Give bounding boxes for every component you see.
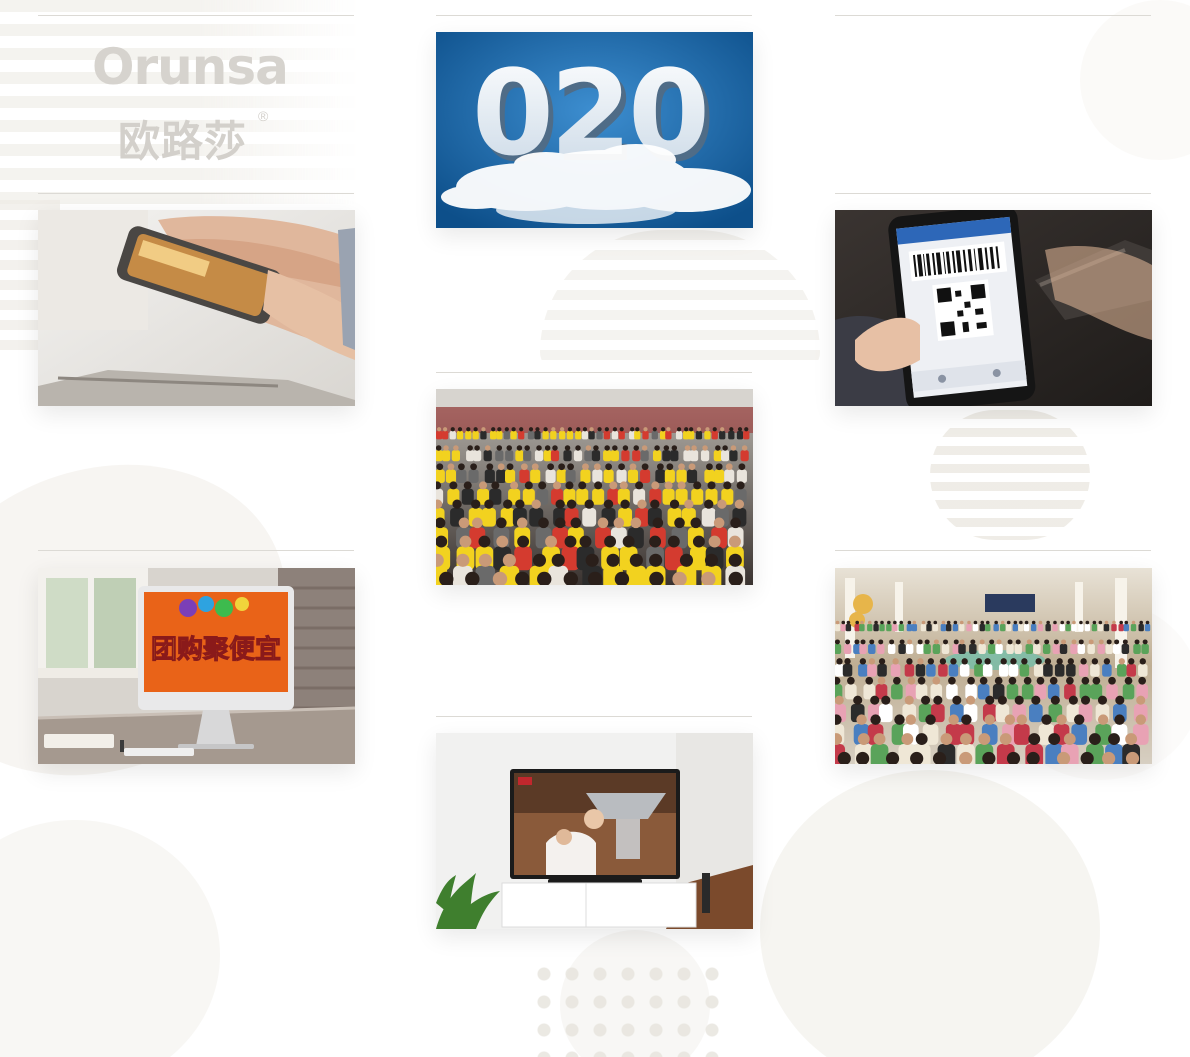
group-buy-screen-text: 团购聚便宜 xyxy=(151,634,281,665)
expo-crowd-image xyxy=(436,389,753,585)
divider xyxy=(835,193,1151,194)
divider xyxy=(436,15,752,16)
o2o-clouds-image: 020 020 xyxy=(436,32,753,228)
tv-advertisement-image xyxy=(436,733,753,929)
showroom-crowd-image xyxy=(835,568,1152,764)
brand-name-cn: 欧路莎 xyxy=(118,117,248,166)
brand-name-en: Orunsa xyxy=(92,38,289,96)
registered-mark: ® xyxy=(258,108,269,124)
divider xyxy=(38,550,354,551)
mobile-payment-image xyxy=(38,210,355,406)
divider xyxy=(835,15,1151,16)
brand-logo: Orunsa 欧路莎 ® xyxy=(38,16,354,194)
divider xyxy=(436,372,752,373)
group-buy-computer-image: 团购聚便宜 xyxy=(38,568,355,764)
qr-code-scan-image xyxy=(835,210,1152,406)
divider xyxy=(436,716,752,717)
divider xyxy=(835,550,1151,551)
